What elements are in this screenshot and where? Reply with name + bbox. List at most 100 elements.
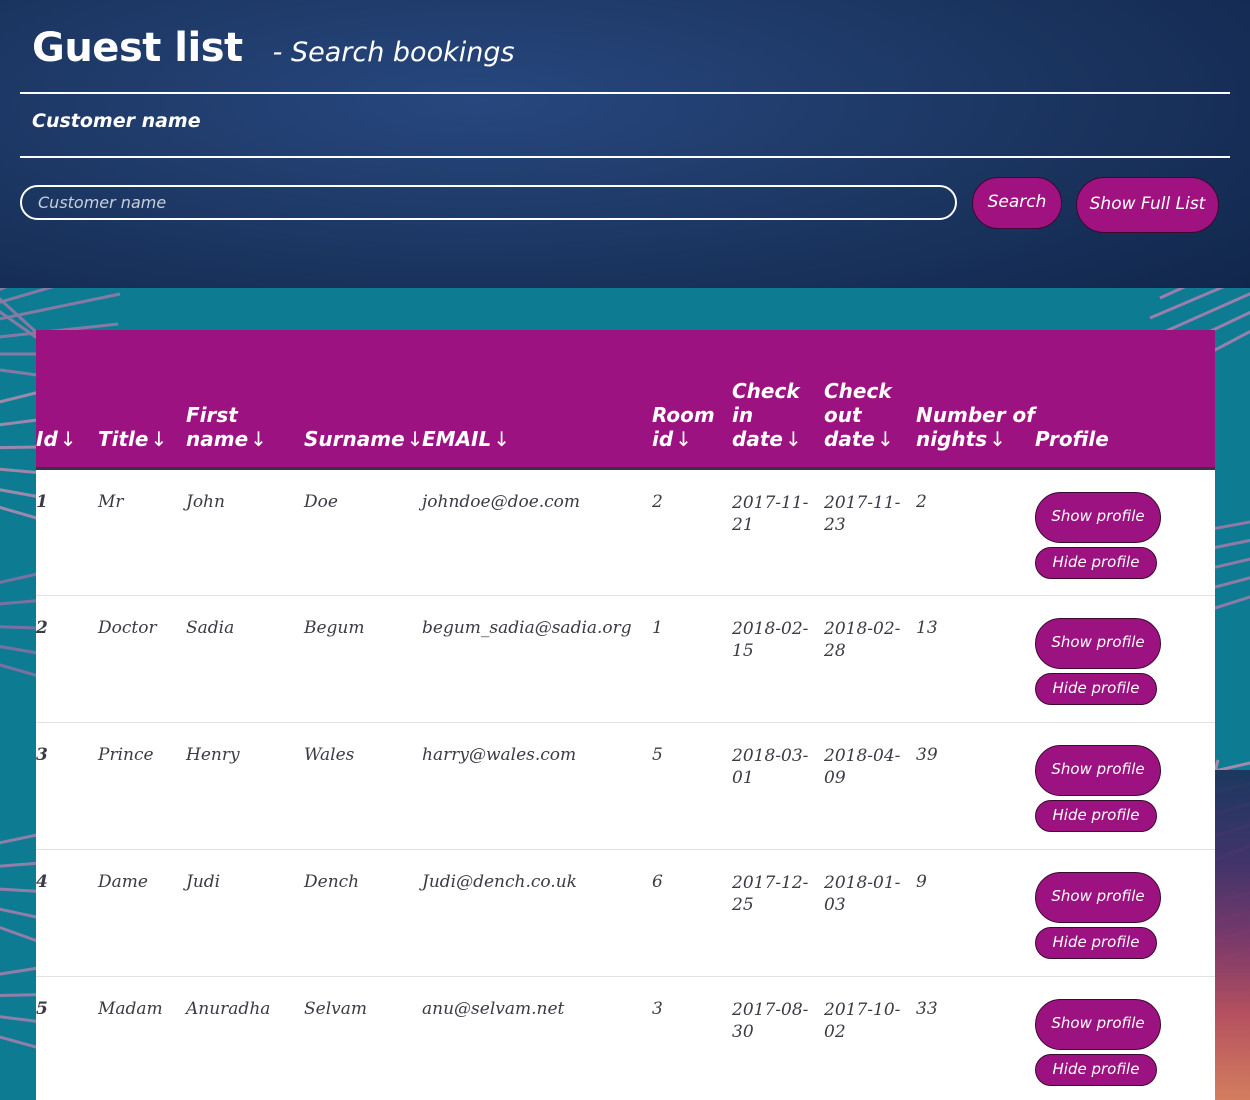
cell-title: Mr <box>98 468 186 595</box>
guest-table-body: 1MrJohnDoejohndoe@doe.com22017-11-212017… <box>36 468 1215 1100</box>
guest-table: Id↓ Title↓ First name↓ Surname↓ EMAIL↓ R… <box>36 330 1215 1100</box>
cell-check-in-date: 2018-03-01 <box>732 722 824 849</box>
page-header: Guest list - Search bookings Customer na… <box>0 0 1250 288</box>
cell-surname: Selvam <box>304 976 422 1100</box>
cell-email: johndoe@doe.com <box>422 468 652 595</box>
cell-check-in-date: 2018-02-15 <box>732 595 824 722</box>
cell-title: Doctor <box>98 595 186 722</box>
column-header-id[interactable]: Id↓ <box>36 330 98 468</box>
cell-check-in-date: 2017-08-30 <box>732 976 824 1100</box>
column-header-profile-label: Profile <box>1035 427 1109 451</box>
cell-id: 1 <box>36 468 98 595</box>
cell-first-name: John <box>186 468 304 595</box>
cell-first-name: Sadia <box>186 595 304 722</box>
column-header-profile: Profile <box>1035 330 1215 468</box>
show-profile-button[interactable]: Show profile <box>1035 999 1161 1050</box>
cell-surname: Wales <box>304 722 422 849</box>
column-header-surname-label: Surname <box>304 427 405 451</box>
show-profile-button[interactable]: Show profile <box>1035 492 1161 543</box>
cell-id: 3 <box>36 722 98 849</box>
column-header-email-label: EMAIL <box>422 427 491 451</box>
page-subtitle: - Search bookings <box>273 39 515 66</box>
cell-id: 4 <box>36 849 98 976</box>
cell-room-id: 1 <box>652 595 732 722</box>
guest-table-head: Id↓ Title↓ First name↓ Surname↓ EMAIL↓ R… <box>36 330 1215 468</box>
sort-down-icon[interactable]: ↓ <box>58 427 77 451</box>
sort-down-icon[interactable]: ↓ <box>148 427 167 451</box>
cell-id: 5 <box>36 976 98 1100</box>
cell-number-of-nights: 39 <box>916 722 1035 849</box>
cell-title: Dame <box>98 849 186 976</box>
search-input[interactable] <box>20 185 957 220</box>
hide-profile-button[interactable]: Hide profile <box>1035 673 1157 705</box>
cell-number-of-nights: 9 <box>916 849 1035 976</box>
cell-surname: Doe <box>304 468 422 595</box>
cell-email: Judi@dench.co.uk <box>422 849 652 976</box>
column-header-title[interactable]: Title↓ <box>98 330 186 468</box>
cell-room-id: 5 <box>652 722 732 849</box>
cell-profile-actions: Show profile Hide profile <box>1035 976 1215 1100</box>
column-header-surname[interactable]: Surname↓ <box>304 330 422 468</box>
sort-down-icon[interactable]: ↓ <box>987 427 1006 451</box>
cell-check-out-date: 2018-04-09 <box>824 722 916 849</box>
table-row: 5MadamAnuradhaSelvamanu@selvam.net32017-… <box>36 976 1215 1100</box>
cell-check-out-date: 2017-10-02 <box>824 976 916 1100</box>
column-header-check-in-date[interactable]: Check in date↓ <box>732 330 824 468</box>
cell-check-out-date: 2017-11-23 <box>824 468 916 595</box>
guest-table-container: Id↓ Title↓ First name↓ Surname↓ EMAIL↓ R… <box>36 330 1215 1100</box>
sort-down-icon[interactable]: ↓ <box>405 427 424 451</box>
sort-down-icon[interactable]: ↓ <box>783 427 802 451</box>
page-root: Guest list - Search bookings Customer na… <box>0 0 1250 1100</box>
hide-profile-button[interactable]: Hide profile <box>1035 800 1157 832</box>
show-profile-button[interactable]: Show profile <box>1035 745 1161 796</box>
cell-first-name: Anuradha <box>186 976 304 1100</box>
cell-profile-actions: Show profile Hide profile <box>1035 722 1215 849</box>
hide-profile-button[interactable]: Hide profile <box>1035 1054 1157 1086</box>
cell-room-id: 6 <box>652 849 732 976</box>
header-divider-bottom <box>20 156 1230 158</box>
search-button[interactable]: Search <box>972 177 1062 229</box>
column-header-number-of-nights[interactable]: Number of nights↓ <box>916 330 1035 468</box>
cell-profile-actions: Show profile Hide profile <box>1035 468 1215 595</box>
table-row: 4DameJudiDenchJudi@dench.co.uk62017-12-2… <box>36 849 1215 976</box>
cell-check-out-date: 2018-02-28 <box>824 595 916 722</box>
cell-first-name: Judi <box>186 849 304 976</box>
table-row: 2DoctorSadiaBegumbegum_sadia@sadia.org12… <box>36 595 1215 722</box>
cell-profile-actions: Show profile Hide profile <box>1035 849 1215 976</box>
column-header-room-id[interactable]: Room id↓ <box>652 330 732 468</box>
hide-profile-button[interactable]: Hide profile <box>1035 927 1157 959</box>
page-title: Guest list <box>32 28 243 68</box>
cell-email: harry@wales.com <box>422 722 652 849</box>
cell-room-id: 2 <box>652 468 732 595</box>
column-header-first-name-label: First name <box>186 403 248 451</box>
column-header-check-out-date[interactable]: Check out date↓ <box>824 330 916 468</box>
cell-surname: Begum <box>304 595 422 722</box>
show-profile-button[interactable]: Show profile <box>1035 872 1161 923</box>
cell-title: Prince <box>98 722 186 849</box>
cell-id: 2 <box>36 595 98 722</box>
sort-down-icon[interactable]: ↓ <box>491 427 510 451</box>
cell-profile-actions: Show profile Hide profile <box>1035 595 1215 722</box>
cell-surname: Dench <box>304 849 422 976</box>
title-row: Guest list - Search bookings <box>0 0 1250 68</box>
show-full-list-button[interactable]: Show Full List <box>1076 177 1219 233</box>
customer-name-label: Customer name <box>32 110 201 132</box>
column-header-title-label: Title <box>98 427 148 451</box>
cell-check-in-date: 2017-11-21 <box>732 468 824 595</box>
hide-profile-button[interactable]: Hide profile <box>1035 547 1157 579</box>
sort-down-icon[interactable]: ↓ <box>673 427 692 451</box>
table-row: 3PrinceHenryWalesharry@wales.com52018-03… <box>36 722 1215 849</box>
column-header-email[interactable]: EMAIL↓ <box>422 330 652 468</box>
cell-check-out-date: 2018-01-03 <box>824 849 916 976</box>
cell-number-of-nights: 33 <box>916 976 1035 1100</box>
cell-first-name: Henry <box>186 722 304 849</box>
column-header-first-name[interactable]: First name↓ <box>186 330 304 468</box>
cell-email: begum_sadia@sadia.org <box>422 595 652 722</box>
show-profile-button[interactable]: Show profile <box>1035 618 1161 669</box>
column-header-id-label: Id <box>36 427 58 451</box>
sort-down-icon[interactable]: ↓ <box>248 427 267 451</box>
sort-down-icon[interactable]: ↓ <box>875 427 894 451</box>
header-divider-top <box>20 92 1230 94</box>
cell-number-of-nights: 2 <box>916 468 1035 595</box>
cell-room-id: 3 <box>652 976 732 1100</box>
